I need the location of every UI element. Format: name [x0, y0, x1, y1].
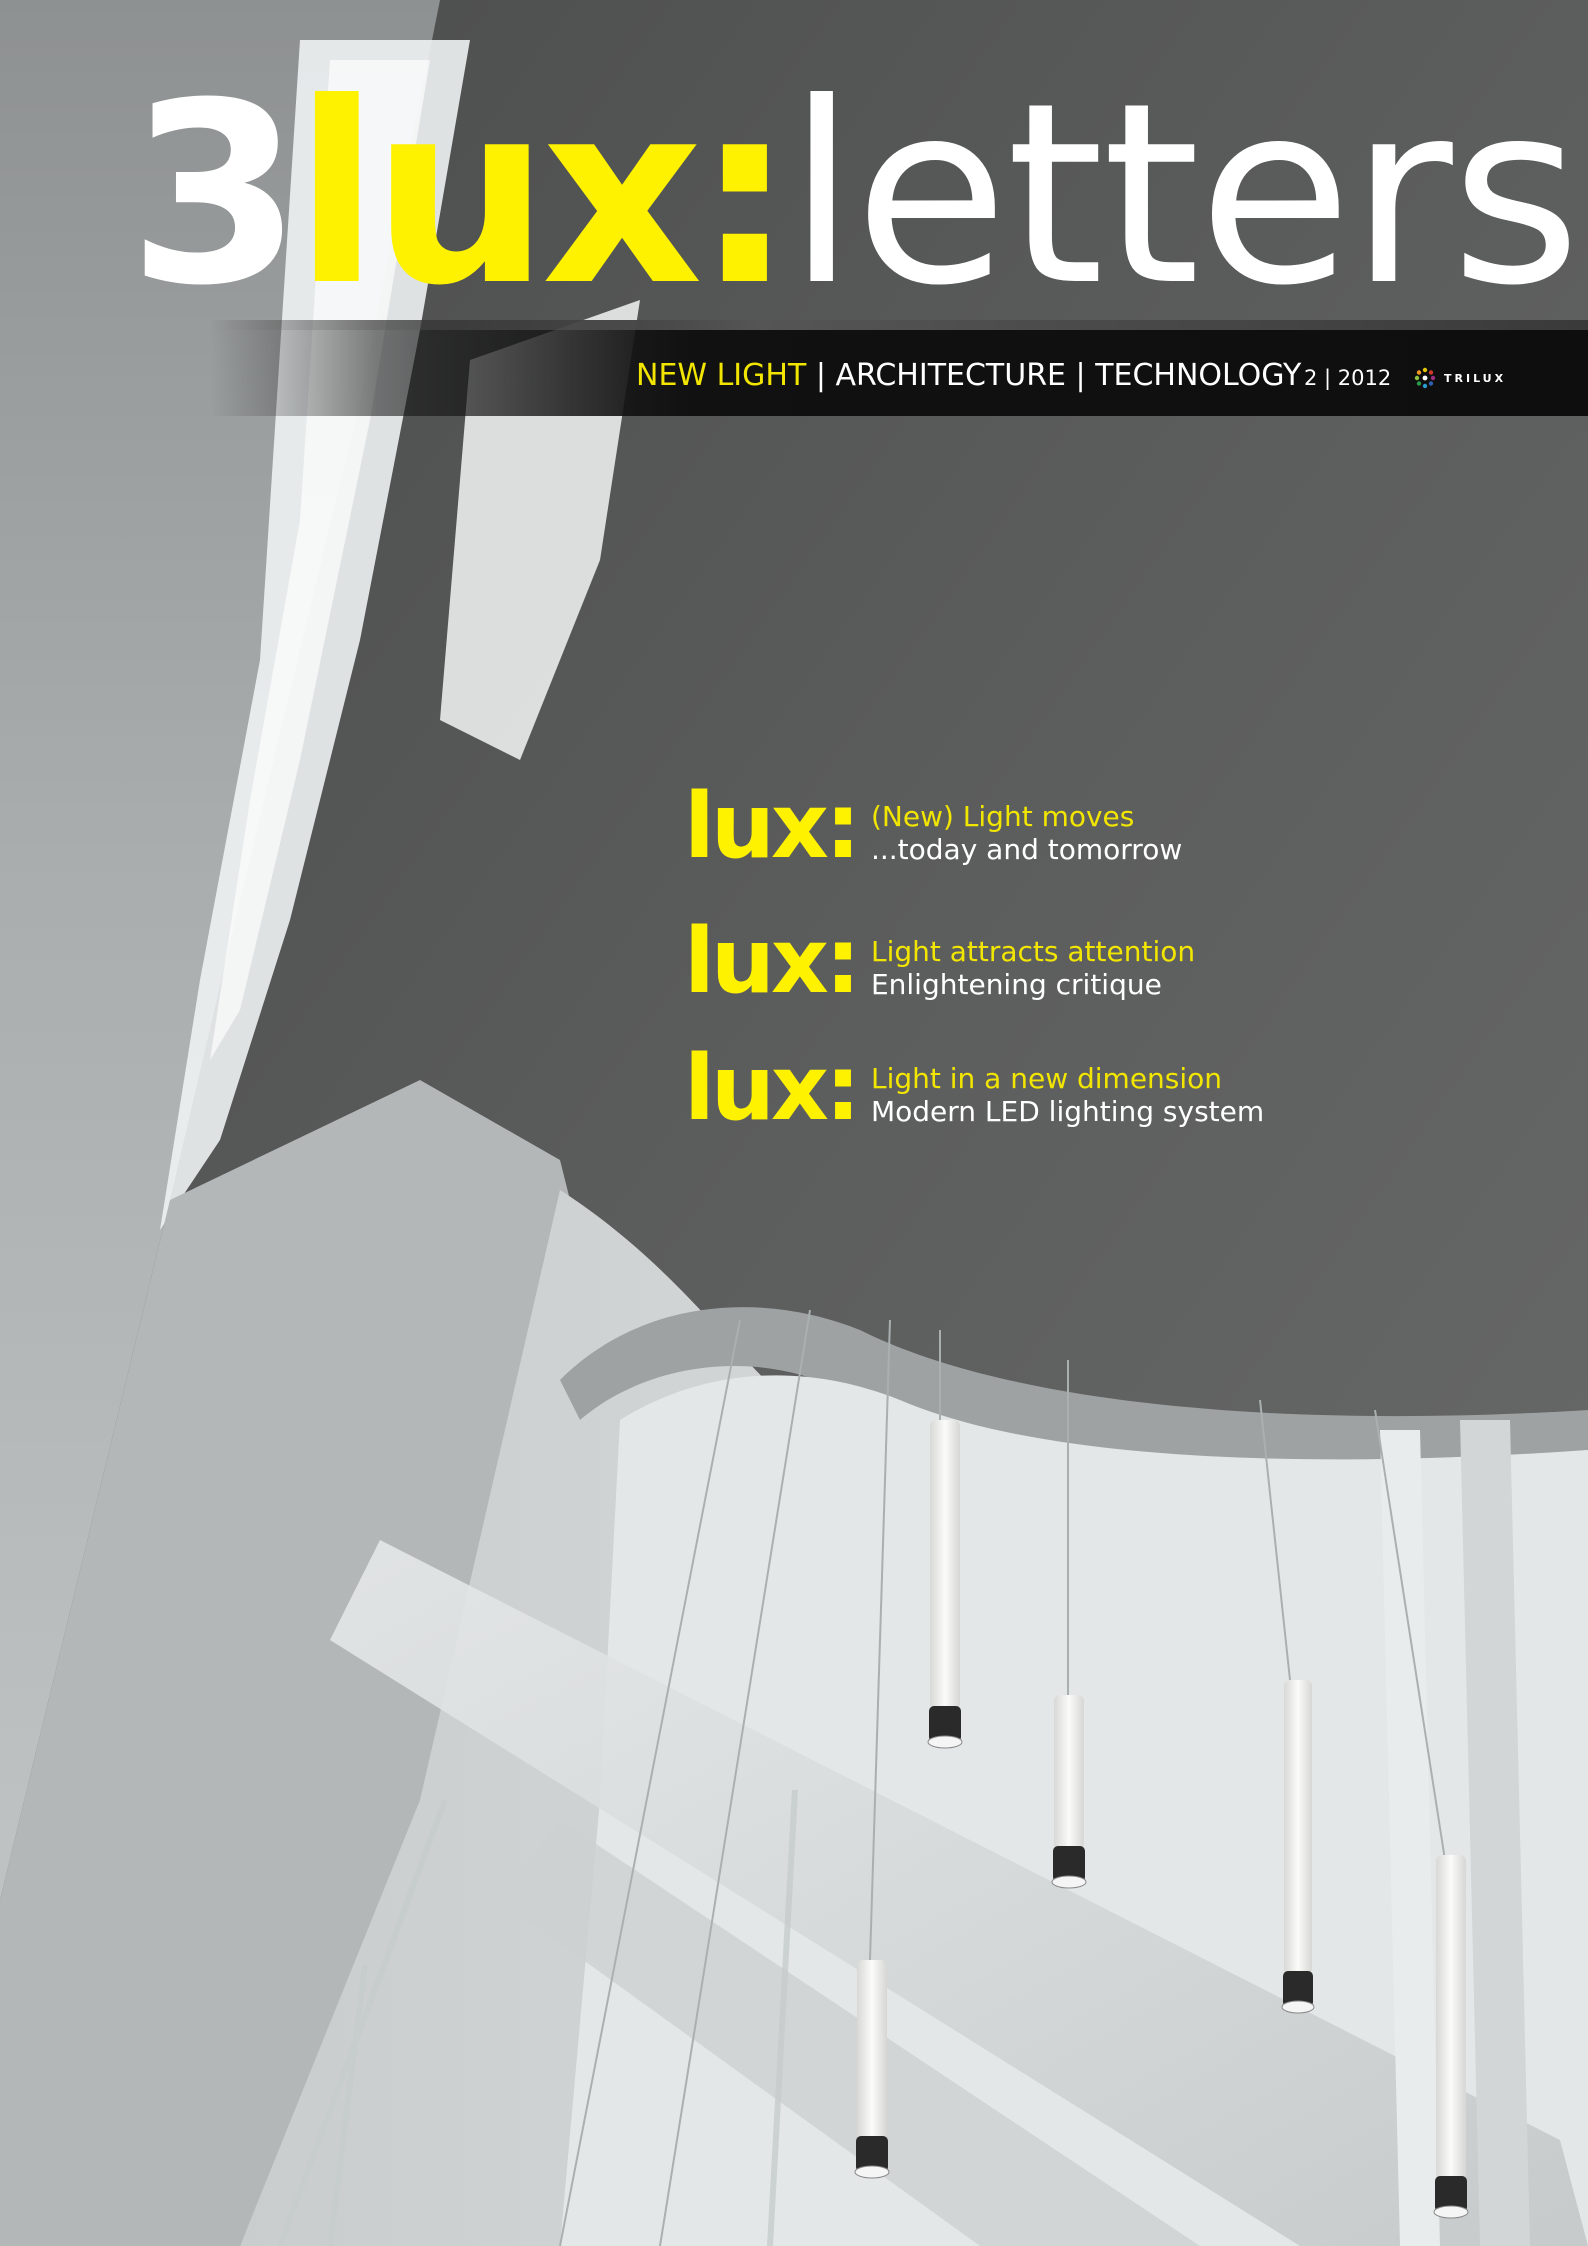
pendant-light [1433, 1855, 1469, 2219]
pendant-light [854, 1960, 890, 2179]
tagline-rest: | ARCHITECTURE | TECHNOLOGY [806, 358, 1302, 393]
teaser-subline: Enlightening critique [870, 968, 1162, 1001]
teaser-headline: Light in a new dimension [870, 1062, 1223, 1095]
teaser-subline: Modern LED lighting system [870, 1095, 1265, 1128]
band-top-rule [210, 320, 1588, 330]
issue-number: 2 | 2012 [1304, 366, 1392, 390]
magazine-cover: 3lux:letters NEW LIGHT | ARCHITECTURE | … [0, 0, 1588, 2246]
teaser-key: lux: [684, 1036, 861, 1141]
teaser-headline: (New) Light moves [870, 800, 1135, 833]
pendant-light [1281, 1680, 1315, 2014]
masthead-word: letters [786, 49, 1581, 340]
pendant-light [927, 1420, 963, 1749]
masthead-colon: : [694, 49, 795, 340]
masthead-numeral: 3 [128, 49, 302, 340]
trilux-logo-icon [1414, 367, 1436, 389]
tagline: NEW LIGHT | ARCHITECTURE | TECHNOLOGY [636, 358, 1301, 393]
teaser-2: lux: Light attracts attention Enlighteni… [684, 917, 1195, 1007]
pendant-light [1051, 1695, 1087, 1889]
tagline-highlight: NEW LIGHT [636, 358, 807, 393]
masthead-lux: lux [293, 49, 703, 340]
teaser-1: lux: (New) Light moves ...today and tomo… [684, 782, 1182, 872]
masthead-title: 3lux:letters [128, 70, 1581, 320]
teaser-subline: ...today and tomorrow [870, 833, 1183, 866]
teaser-headline: Light attracts attention [870, 935, 1196, 968]
teaser-key: lux: [684, 909, 861, 1014]
brand-logo: TRILUX [1412, 364, 1506, 392]
teaser-3: lux: Light in a new dimension Modern LED… [684, 1044, 1264, 1134]
teaser-key: lux: [684, 774, 861, 879]
brand-name: TRILUX [1444, 371, 1507, 385]
